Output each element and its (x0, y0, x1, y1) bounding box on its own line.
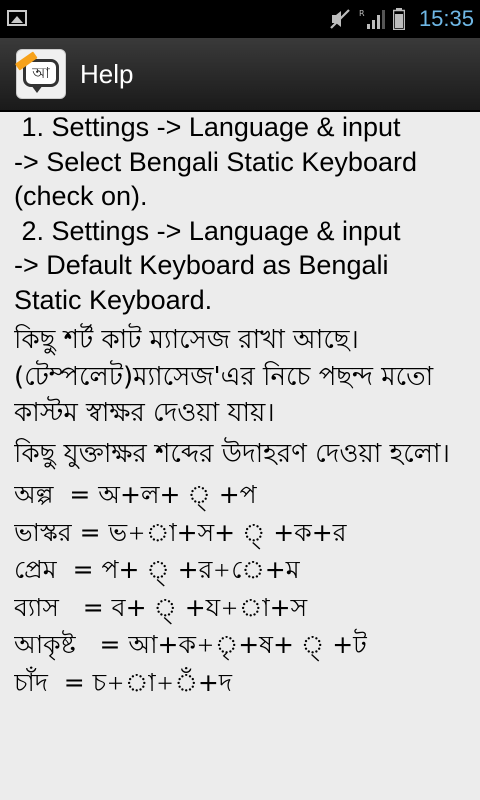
example-line: চাঁদ = চ+া+ঁ+দ (14, 667, 233, 697)
instruction-line: Static Keyboard. (14, 284, 213, 315)
picture-icon (7, 10, 27, 26)
instruction-line: 2. Settings -> Language & input (14, 215, 401, 246)
bengali-note: কিছু যুক্তাক্ষর শব্দের উদাহরণ দেওয়া হলো… (14, 438, 450, 469)
status-bar: R 15:35 (0, 0, 480, 38)
action-bar: আ Help (0, 38, 480, 112)
page-title: Help (80, 58, 134, 89)
bubble-tail-icon (31, 85, 43, 93)
instruction-line: 1. Settings -> Language & input (14, 112, 401, 142)
bengali-note: কিছু শর্ট কাট ম্যাসেজ রাখা আছে।(টেম্পলেট… (14, 325, 434, 428)
status-clock: 15:35 (418, 6, 474, 31)
example-list: অল্প = অ+ল+ ্ +প ভাস্কর = ভ+া+স+ ্ +ক+র … (14, 476, 476, 702)
example-line: ব্যাস = ব+ ্ +য+া+স (14, 592, 308, 622)
instruction-line: -> Select Bengali Static Keyboard (14, 146, 417, 177)
instruction-line: (check on). (14, 181, 148, 211)
instructions: 1. Settings -> Language & input -> Selec… (14, 110, 476, 317)
help-content: 1. Settings -> Language & input -> Selec… (14, 110, 476, 800)
status-icons: R 15:35 (329, 0, 474, 38)
app-icon[interactable]: আ (15, 49, 66, 99)
example-line: আকৃষ্ট = আ+ক+ৃ+ষ+ ্ +ট (14, 630, 367, 660)
battery-icon (392, 8, 405, 30)
instruction-line: -> Default Keyboard as Bengali (14, 250, 389, 280)
example-line: প্রেম = প+ ্ +র+ে+ম (14, 555, 300, 585)
example-line: ভাস্কর = ভ+া+স+ ্ +ক+র (14, 517, 347, 547)
mute-icon (330, 9, 350, 29)
svg-text:R: R (359, 9, 365, 18)
signal-icon: R (359, 9, 385, 29)
example-line: অল্প = অ+ল+ ্ +প (14, 480, 257, 509)
